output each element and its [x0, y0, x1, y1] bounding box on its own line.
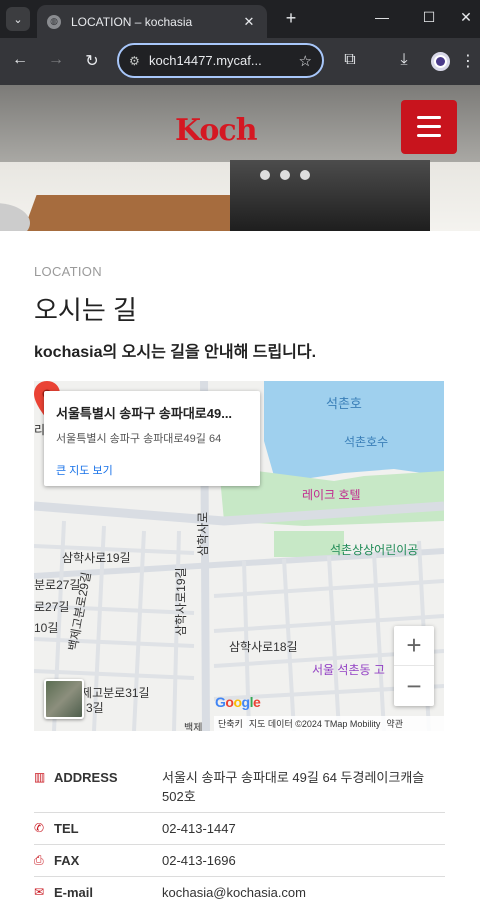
info-label: FAX — [54, 853, 80, 868]
map-data-text: 지도 데이터 ©2024 TMap Mobility — [248, 719, 381, 729]
google-logo: Google — [215, 694, 261, 710]
site-info-icon[interactable]: ⚙ — [129, 54, 149, 68]
bookmark-star-icon[interactable]: ☆ — [299, 52, 312, 70]
info-value[interactable]: 02-413-1447 — [162, 819, 445, 838]
more-menu-icon[interactable]: ⋮ — [458, 51, 478, 71]
minimize-icon[interactable]: — — [372, 9, 392, 25]
hamburger-menu-button[interactable] — [401, 100, 457, 154]
forward-icon[interactable]: → — [46, 51, 66, 69]
reload-icon[interactable]: ↻ — [82, 51, 102, 71]
page-subtitle: kochasia의 오시는 길을 안내해 드립니다. — [34, 344, 317, 361]
map-label-road: 로27길 — [34, 600, 70, 614]
map-label-lake: 석촌호 — [326, 396, 362, 411]
info-value: 서울시 송파구 송파대로 49길 64 두경레이크캐슬 502호 — [162, 770, 425, 804]
satellite-toggle[interactable] — [44, 679, 84, 719]
map-label-road: 삼학사로19길 — [62, 551, 131, 565]
view-larger-map-link[interactable]: 큰 지도 보기 — [56, 462, 248, 478]
info-label: TEL — [54, 821, 79, 836]
info-row-fax: ⎙ FAX 02-413-1696 — [34, 845, 445, 877]
info-label: ADDRESS — [54, 770, 118, 785]
map-label-district: 서울 석촌동 고 — [312, 663, 385, 677]
zoom-out-button[interactable]: − — [394, 666, 434, 706]
map-label-road: 삼학사로18길 — [229, 640, 298, 654]
map-label-road: 삼학사로 — [196, 511, 210, 556]
map-label-road: 3길 — [86, 701, 104, 715]
place-name: 서울특별시 송파구 송파대로49... — [56, 406, 233, 421]
close-tab-icon[interactable]: ✕ — [241, 14, 257, 30]
map-info-card: 서울특별시 송파구 송파대로49... 서울특별시 송파구 송파대로49길 64… — [44, 391, 260, 486]
profile-avatar[interactable] — [431, 52, 450, 71]
back-icon[interactable]: ← — [10, 51, 30, 69]
keyboard-shortcuts-link[interactable]: 단축키 — [218, 717, 243, 730]
zoom-in-button[interactable]: + — [394, 626, 434, 666]
contact-info: ▥ ADDRESS 서울시 송파구 송파대로 49길 64 두경레이크캐슬 50… — [34, 762, 445, 908]
place-address: 서울특별시 송파구 송파대로49길 64 — [56, 433, 222, 445]
map-label-road: 삼학사로19길 — [174, 567, 188, 636]
map-label-hotel[interactable]: 레이크 호텔 — [302, 486, 361, 503]
page-title: 오시는 길 — [34, 295, 137, 325]
globe-icon: ◍ — [47, 14, 61, 29]
zoom-controls: + − — [394, 626, 434, 706]
browser-tab[interactable]: ◍ LOCATION – kochasia ✕ — [37, 5, 267, 38]
extensions-icon[interactable]: ⧉ — [340, 51, 360, 69]
tab-search-button[interactable]: ⌄ — [6, 7, 30, 31]
fax-icon: ⎙ — [34, 853, 44, 867]
koch-logo[interactable]: Koch — [175, 116, 258, 146]
close-window-icon[interactable]: ✕ — [456, 9, 476, 26]
info-label: E-mail — [54, 885, 94, 900]
info-row-tel: ✆ TEL 02-413-1447 — [34, 813, 445, 845]
browser-toolbar: ← → ↻ ⚙ koch14477.mycaf... ☆ ⧉ ⤓ ⋮ — [0, 38, 480, 85]
map-label-road: 10길 — [34, 621, 59, 635]
map-attribution: 단축키 지도 데이터 ©2024 TMap Mobility 약관 — [214, 716, 444, 731]
new-tab-button[interactable]: + — [282, 8, 300, 29]
embedded-map[interactable]: 석촌호 석촌호수 레이크 호텔 석촌상상어린이공 삼학사로19길 삼학사로 삼학… — [34, 381, 444, 731]
info-row-email: ✉ E-mail kochasia@kochasia.com — [34, 877, 445, 908]
map-label-lake2: 석촌호수 — [344, 435, 389, 449]
download-icon[interactable]: ⤓ — [394, 51, 414, 69]
phone-icon: ✆ — [34, 821, 45, 835]
maximize-icon[interactable]: ☐ — [419, 9, 439, 26]
map-label-road: 백제 — [184, 723, 203, 731]
map-icon: ▥ — [34, 770, 46, 784]
info-value: 02-413-1696 — [162, 853, 236, 868]
address-bar[interactable]: ⚙ koch14477.mycaf... ☆ — [117, 43, 324, 78]
terms-link[interactable]: 약관 — [386, 717, 403, 730]
section-label: LOCATION — [34, 264, 102, 279]
map-label-kindergarten[interactable]: 석촌상상어린이공 — [330, 541, 418, 558]
mail-icon: ✉ — [34, 885, 45, 899]
browser-tab-bar: ⌄ ◍ LOCATION – kochasia ✕ + — ☐ ✕ — [0, 0, 480, 38]
info-row-address: ▥ ADDRESS 서울시 송파구 송파대로 49길 64 두경레이크캐슬 50… — [34, 762, 445, 813]
url-text: koch14477.mycaf... — [149, 53, 262, 68]
info-value[interactable]: kochasia@kochasia.com — [162, 883, 445, 902]
tab-title: LOCATION – kochasia — [71, 14, 193, 29]
